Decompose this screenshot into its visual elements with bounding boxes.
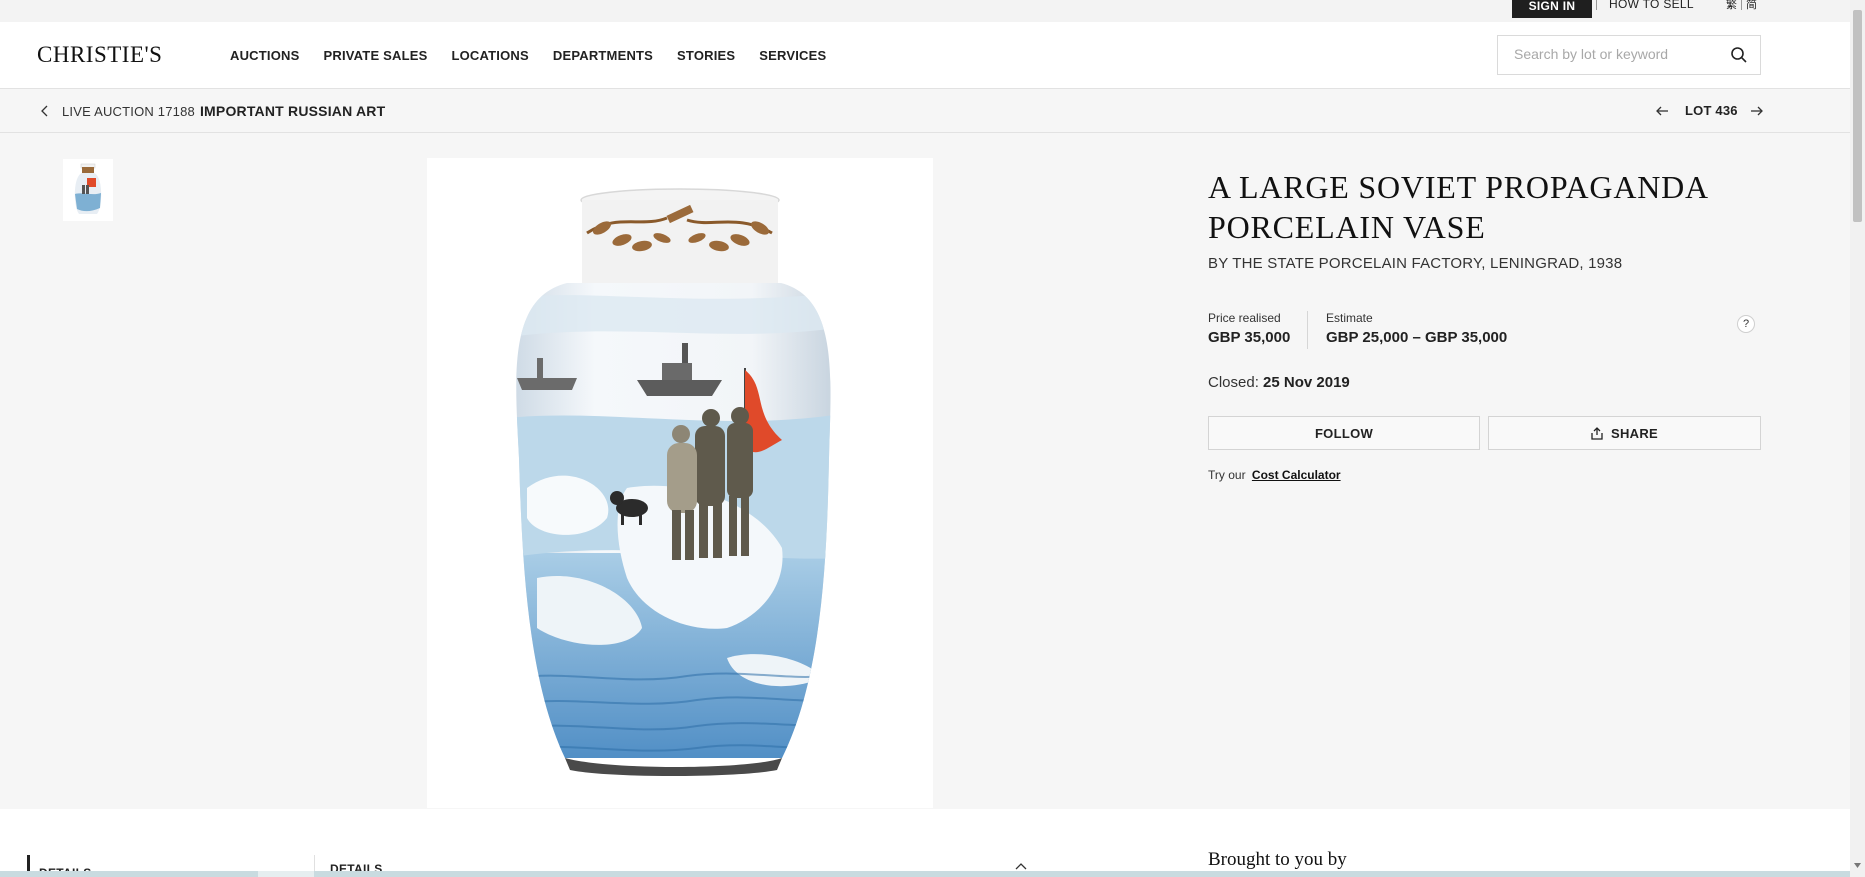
- estimate-value: GBP 25,000 – GBP 35,000: [1326, 329, 1508, 346]
- horizontal-scroll-thumb[interactable]: [258, 871, 314, 877]
- closed-value: 25 Nov 2019: [1263, 374, 1350, 391]
- auction-number[interactable]: LIVE AUCTION 17188: [62, 104, 195, 119]
- share-button[interactable]: SHARE: [1488, 416, 1761, 450]
- arrow-right-icon[interactable]: [1750, 105, 1764, 117]
- brought-to-you-heading: Brought to you by: [1208, 849, 1347, 870]
- search-box: [1497, 35, 1761, 75]
- vertical-scrollbar[interactable]: [1850, 0, 1865, 877]
- horizontal-scrollbar[interactable]: [0, 871, 1850, 877]
- price-divider: [1307, 311, 1308, 349]
- nav-services[interactable]: SERVICES: [759, 48, 826, 63]
- lot-number: LOT 436: [1685, 103, 1738, 118]
- nav-private-sales[interactable]: PRIVATE SALES: [324, 48, 428, 63]
- vertical-scroll-thumb[interactable]: [1853, 10, 1862, 222]
- help-icon[interactable]: ?: [1737, 315, 1755, 333]
- nav-locations[interactable]: LOCATIONS: [451, 48, 528, 63]
- cost-calculator-link[interactable]: Cost Calculator: [1252, 468, 1341, 482]
- lot-navigation: LOT 436: [1655, 103, 1764, 118]
- closed-label: Closed:: [1208, 374, 1259, 391]
- utility-bar: SIGN IN HOW TO SELL 繁简: [0, 0, 1850, 22]
- main-nav: AUCTIONS PRIVATE SALES LOCATIONS DEPARTM…: [230, 48, 850, 63]
- follow-button[interactable]: FOLLOW: [1208, 416, 1480, 450]
- language-switcher: 繁简: [1726, 0, 1757, 12]
- image-thumbnail[interactable]: [63, 159, 113, 221]
- share-icon: [1591, 426, 1603, 440]
- lower-section: [0, 809, 1850, 877]
- christies-logo[interactable]: CHRISTIE'S: [37, 42, 162, 68]
- estimate-label: Estimate: [1326, 311, 1373, 325]
- cost-calculator-line: Try our Cost Calculator: [1208, 468, 1341, 482]
- arrow-left-icon[interactable]: [1655, 105, 1669, 117]
- chevron-up-icon[interactable]: [1015, 862, 1027, 870]
- vase-image: [516, 188, 831, 776]
- lang-simplified-chinese[interactable]: 简: [1746, 0, 1757, 11]
- breadcrumb[interactable]: LIVE AUCTION 17188 IMPORTANT RUSSIAN ART: [40, 103, 385, 119]
- how-to-sell-link[interactable]: HOW TO SELL: [1609, 0, 1694, 11]
- nav-stories[interactable]: STORIES: [677, 48, 735, 63]
- breadcrumb-bar: LIVE AUCTION 17188 IMPORTANT RUSSIAN ART…: [0, 90, 1850, 133]
- search-input[interactable]: [1514, 46, 1714, 62]
- vase-thumbnail-image: [74, 163, 102, 214]
- nav-auctions[interactable]: AUCTIONS: [230, 48, 300, 63]
- estimate: Estimate GBP 25,000 – GBP 35,000: [1326, 311, 1507, 346]
- price-realised-label: Price realised: [1208, 311, 1281, 325]
- lot-title: A LARGE SOVIET PROPAGANDA PORCELAIN VASE: [1208, 169, 1708, 245]
- sign-in-button[interactable]: SIGN IN: [1512, 0, 1592, 18]
- price-realised: Price realised GBP 35,000: [1208, 311, 1290, 346]
- lang-divider: [1741, 0, 1742, 11]
- scroll-down-icon[interactable]: [1853, 860, 1862, 870]
- cost-prefix: Try our: [1208, 468, 1246, 482]
- search-icon[interactable]: [1730, 46, 1748, 64]
- price-realised-value: GBP 35,000: [1208, 329, 1291, 346]
- closed-date: Closed: 25 Nov 2019: [1208, 374, 1350, 391]
- share-label: SHARE: [1610, 425, 1658, 441]
- lot-image[interactable]: [427, 158, 933, 808]
- lot-subtitle: BY THE STATE PORCELAIN FACTORY, LENINGRA…: [1208, 255, 1623, 272]
- auction-title[interactable]: IMPORTANT RUSSIAN ART: [200, 103, 385, 119]
- chevron-left-icon[interactable]: [40, 105, 50, 117]
- lang-traditional-chinese[interactable]: 繁: [1726, 0, 1737, 11]
- nav-departments[interactable]: DEPARTMENTS: [553, 48, 653, 63]
- site-header: CHRISTIE'S AUCTIONS PRIVATE SALES LOCATI…: [0, 22, 1850, 89]
- utility-divider: [1596, 0, 1597, 10]
